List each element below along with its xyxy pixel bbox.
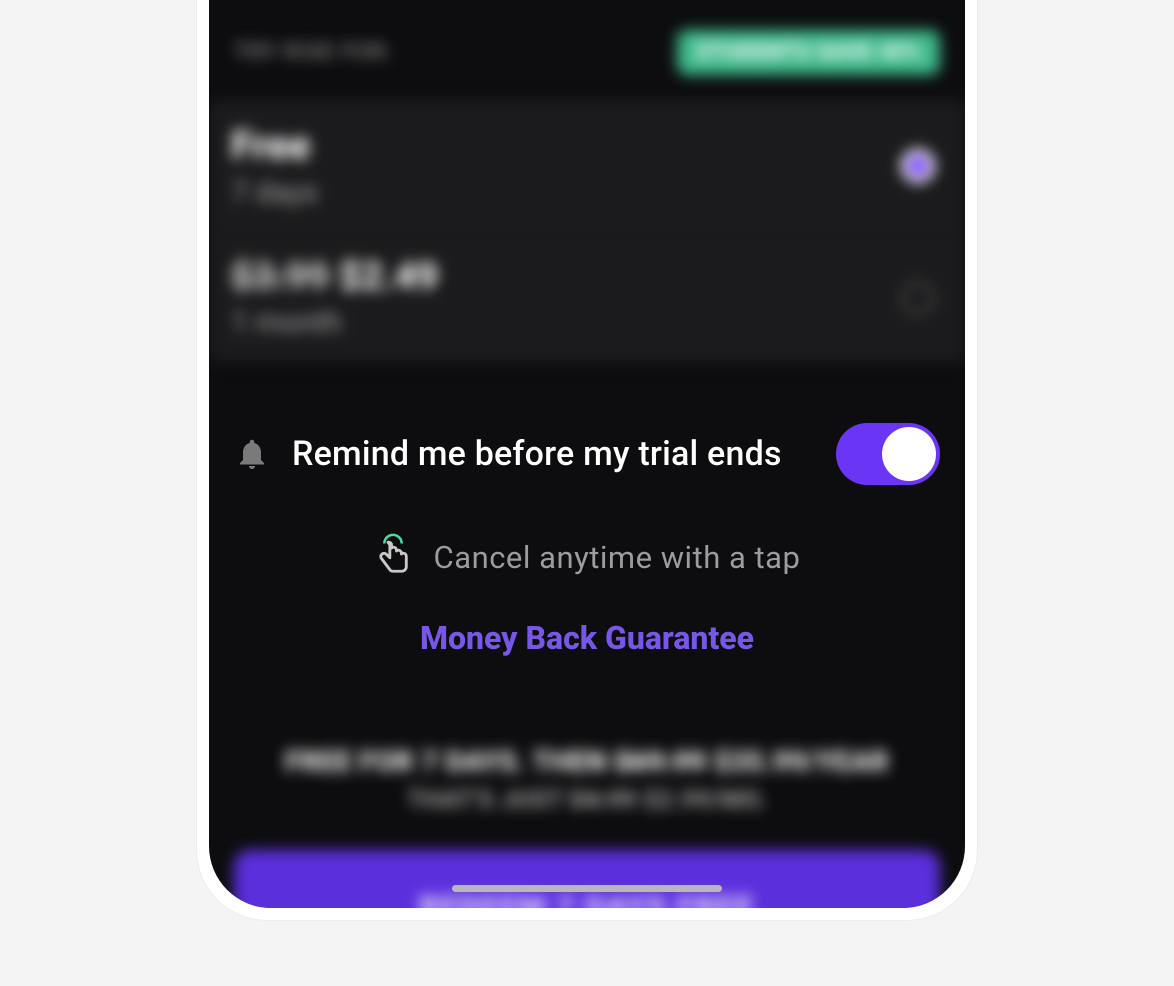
plan-title: Free — [231, 122, 943, 169]
plan-old-price: $3.99 — [231, 255, 329, 299]
radio-unselected-icon[interactable] — [901, 281, 935, 315]
toggle-knob — [882, 427, 936, 481]
try-rise-label: TRY RISE FOR: — [234, 40, 393, 65]
home-indicator[interactable] — [452, 885, 722, 892]
top-blurred-section: TRY RISE FOR: STUDENTS SAVE 40% Free 7 d… — [209, 0, 965, 363]
reminder-label: Remind me before my trial ends — [292, 434, 814, 474]
plan-new-price: $2.49 — [339, 255, 438, 299]
cancel-anytime-text: Cancel anytime with a tap — [434, 539, 801, 576]
radio-selected-icon[interactable] — [901, 149, 935, 183]
plan-subtitle: 7 days — [231, 175, 943, 210]
middle-section: Remind me before my trial ends Cancel an… — [209, 363, 965, 692]
plan-option-monthly[interactable]: $3.99$2.49 1 month — [209, 233, 965, 363]
cancel-row: Cancel anytime with a tap — [234, 533, 940, 581]
plan-subtitle: 1 month — [231, 305, 943, 340]
bottom-blurred-section: FREE FOR 7 DAYS. THEN $69.99 $35.99/YEAR… — [209, 714, 965, 908]
bell-icon — [234, 436, 270, 472]
plan-option-free[interactable]: Free 7 days — [209, 100, 965, 233]
reminder-toggle[interactable] — [836, 423, 940, 485]
plan-price: $3.99$2.49 — [231, 255, 943, 299]
pricing-line-2: THAT'S JUST $4.99 $2.99/MO. — [234, 786, 940, 815]
reminder-row: Remind me before my trial ends — [234, 423, 940, 485]
tap-icon — [374, 533, 412, 581]
phone-frame: TRY RISE FOR: STUDENTS SAVE 40% Free 7 d… — [197, 0, 977, 920]
students-save-badge: STUDENTS SAVE 40% — [677, 30, 940, 75]
phone-screen: TRY RISE FOR: STUDENTS SAVE 40% Free 7 d… — [209, 0, 965, 908]
pricing-line-1: FREE FOR 7 DAYS. THEN $69.99 $35.99/YEAR — [234, 745, 940, 778]
money-back-guarantee-link[interactable]: Money Back Guarantee — [234, 619, 940, 657]
redeem-button[interactable]: REDEEM 7 DAYS FREE — [234, 850, 940, 908]
